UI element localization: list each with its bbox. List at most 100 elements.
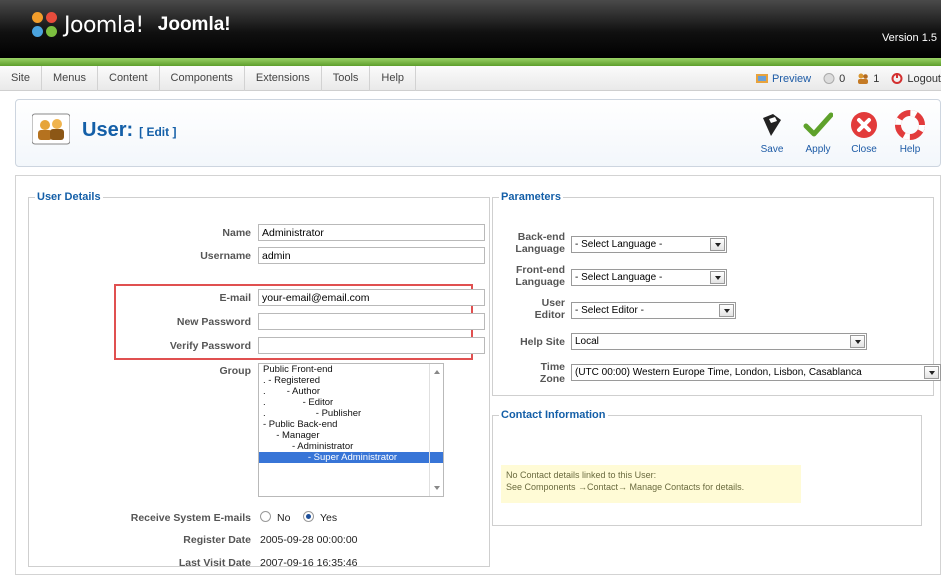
group-label: Group [219,365,252,377]
help-label: Help [899,144,921,155]
preview-link[interactable]: Preview [755,72,812,85]
version-label: Version 1.5 [881,32,937,44]
group-option-selected[interactable]: - Super Administrator [259,452,443,463]
menu-extensions[interactable]: Extensions [245,66,322,91]
user-editor-value: - Select Editor - [575,305,644,316]
group-select[interactable]: Public Front-end . - Registered . - Auth… [258,363,444,497]
page-title: User: [ Edit ] [82,119,176,142]
lifebuoy-icon [895,110,925,140]
parameters-fieldset: Parameters Back-end Language - Select La… [492,191,941,396]
users-online-icon [857,73,869,84]
chevron-down-icon[interactable] [719,304,734,317]
email-field[interactable]: your-email@email.com [258,289,485,306]
preview-label: Preview [771,72,812,85]
group-option[interactable]: - Public Back-end [259,419,443,430]
user-details-fieldset: User Details Name Administrator Username… [28,191,490,569]
logout-link[interactable]: Logout [891,73,941,85]
time-zone-label: Time Zone [539,361,565,385]
site-name: Joomla! [157,14,231,35]
checkmark-icon [803,110,834,140]
group-option[interactable]: . - Author [259,386,443,397]
help-site-select[interactable]: Local [571,333,867,350]
toolbar: User: [ Edit ] Save Apply Close Help [15,99,941,167]
preview-icon [755,73,768,84]
contact-fieldset: Contact Information No Contact details l… [492,409,922,526]
chevron-down-icon[interactable] [710,238,725,251]
messages-count: 0 [839,72,846,85]
parameters-legend: Parameters [501,191,561,203]
last-visit-value: 2007-09-16 16:35:46 [260,557,358,569]
users-count: 1 [873,72,880,85]
backend-language-label: Back-end Language [515,231,565,255]
backend-language-value: - Select Language - [575,239,663,250]
menu-menus[interactable]: Menus [42,66,98,91]
group-scrollbar[interactable] [429,364,443,496]
chevron-down-icon[interactable] [850,335,865,348]
menu-items: Site Menus Content Components Extensions… [0,66,417,91]
messages-icon [823,73,835,84]
app-header: Joomla! Joomla! Version 1.5 [0,0,941,58]
menu-help[interactable]: Help [370,66,417,91]
header-accent-bar [0,58,941,66]
radio-yes-label: Yes [320,512,338,524]
user-details-legend: User Details [37,191,101,203]
group-option[interactable]: - Manager [259,430,443,441]
receive-emails-no-radio[interactable] [260,511,271,522]
contact-legend: Contact Information [501,409,606,421]
help-site-value: Local [575,336,599,347]
frontend-language-select[interactable]: - Select Language - [571,269,727,286]
contact-note-line-2: See Components →Contact→ Manage Contacts… [506,482,745,492]
menu-site[interactable]: Site [0,66,42,91]
logo-text: Joomla! [64,12,144,38]
register-date-value: 2005-09-28 00:00:00 [260,534,358,546]
close-label: Close [851,144,877,155]
group-option[interactable]: - Administrator [259,441,443,452]
scroll-down-icon[interactable] [434,486,440,490]
apply-label: Apply [805,144,831,155]
apply-button[interactable]: Apply [796,110,840,155]
name-field[interactable]: Administrator [258,224,485,241]
edit-form: User Details Name Administrator Username… [15,175,941,575]
last-visit-label: Last Visit Date [178,557,251,569]
joomla-logo-icon [30,10,60,40]
menu-components[interactable]: Components [160,66,245,91]
page-title-text: User: [82,119,134,141]
receive-emails-yes-radio[interactable] [303,511,314,522]
menu-tools[interactable]: Tools [322,66,371,91]
email-label: E-mail [219,292,251,304]
new-password-label: New Password [176,316,251,328]
status-area: Preview 0 1 Logout [755,66,941,91]
verify-password-field[interactable] [258,337,485,354]
group-option[interactable]: . - Publisher [259,408,443,419]
users-status[interactable]: 1 [857,73,879,85]
user-editor-select[interactable]: - Select Editor - [571,302,736,319]
user-editor-label: User Editor [534,297,565,321]
new-password-field[interactable] [258,313,485,330]
scroll-up-icon[interactable] [434,370,440,374]
chevron-down-icon[interactable] [924,366,939,379]
time-zone-select[interactable]: (UTC 00:00) Western Europe Time, London,… [571,364,941,381]
messages-status[interactable]: 0 [823,73,845,85]
contact-note-line-1: No Contact details linked to this User: [506,470,657,480]
chevron-down-icon[interactable] [710,271,725,284]
contact-note: No Contact details linked to this User: … [501,465,801,503]
save-button[interactable]: Save [750,110,794,155]
joomla-logo: Joomla! Joomla! [30,10,231,40]
menu-content[interactable]: Content [98,66,160,91]
time-zone-value: (UTC 00:00) Western Europe Time, London,… [575,367,862,378]
help-button[interactable]: Help [888,110,932,155]
frontend-language-value: - Select Language - [575,272,663,283]
close-button[interactable]: Close [842,110,886,155]
save-icon [757,110,787,140]
group-option[interactable]: . - Editor [259,397,443,408]
receive-emails-label: Receive System E-mails [130,512,251,524]
backend-language-select[interactable]: - Select Language - [571,236,727,253]
user-manager-icon [31,112,71,146]
name-label: Name [222,227,251,239]
group-option[interactable]: Public Front-end [259,364,443,375]
username-field[interactable]: admin [258,247,485,264]
logout-label: Logout [907,72,941,85]
username-label: Username [200,250,251,262]
group-option[interactable]: . - Registered [259,375,443,386]
main-menu-bar: Site Menus Content Components Extensions… [0,66,941,91]
